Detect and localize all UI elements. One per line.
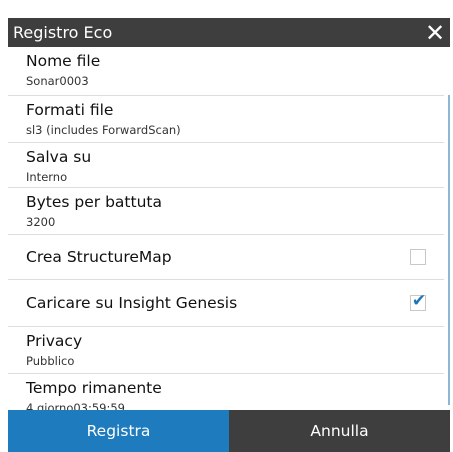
settings-list: Nome file Sonar0003 Formati file sl3 (in…	[8, 47, 444, 410]
scrollbar-thumb[interactable]	[448, 95, 450, 405]
list-item-file-name[interactable]: Nome file Sonar0003	[8, 47, 444, 96]
list-item-privacy[interactable]: Privacy Pubblico	[8, 327, 444, 374]
cancel-button[interactable]: Annulla	[229, 410, 450, 452]
list-item-file-format[interactable]: Formati file sl3 (includes ForwardScan)	[8, 96, 444, 143]
field-value: Interno	[26, 170, 68, 184]
field-label: Crea StructureMap	[26, 248, 172, 266]
structuremap-checkbox[interactable]	[410, 249, 426, 265]
checkmark-icon: ✔	[411, 291, 427, 311]
field-label: Privacy	[26, 332, 83, 350]
field-label: Nome file	[26, 52, 101, 70]
dialog-title: Registro Eco	[13, 23, 113, 42]
list-item-create-structuremap[interactable]: Crea StructureMap	[8, 235, 444, 280]
field-label: Formati file	[26, 101, 114, 119]
field-value: 4 giorno03:59:59	[26, 401, 126, 410]
field-value: sl3 (includes ForwardScan)	[26, 123, 181, 137]
dialog-titlebar: Registro Eco ✕	[8, 18, 450, 47]
list-item-upload-insight-genesis[interactable]: Caricare su Insight Genesis ✔	[8, 280, 444, 327]
field-label: Bytes per battuta	[26, 193, 162, 211]
list-item-save-to[interactable]: Salva su Interno	[8, 143, 444, 188]
insight-genesis-checkbox[interactable]: ✔	[410, 291, 427, 311]
list-item-time-remaining: Tempo rimanente 4 giorno03:59:59	[8, 374, 444, 410]
field-label: Caricare su Insight Genesis	[26, 294, 238, 312]
field-value: Pubblico	[26, 354, 75, 368]
record-echo-dialog: Registro Eco ✕ Nome file Sonar0003 Forma…	[0, 0, 453, 452]
dialog-footer: Registra Annulla	[8, 410, 450, 452]
list-item-bytes-per-ping[interactable]: Bytes per battuta 3200	[8, 188, 444, 235]
field-label: Salva su	[26, 148, 92, 166]
field-label: Tempo rimanente	[26, 379, 162, 397]
field-value: 3200	[26, 215, 56, 229]
record-button[interactable]: Registra	[8, 410, 229, 452]
close-icon[interactable]: ✕	[422, 18, 448, 47]
field-value: Sonar0003	[26, 74, 89, 88]
